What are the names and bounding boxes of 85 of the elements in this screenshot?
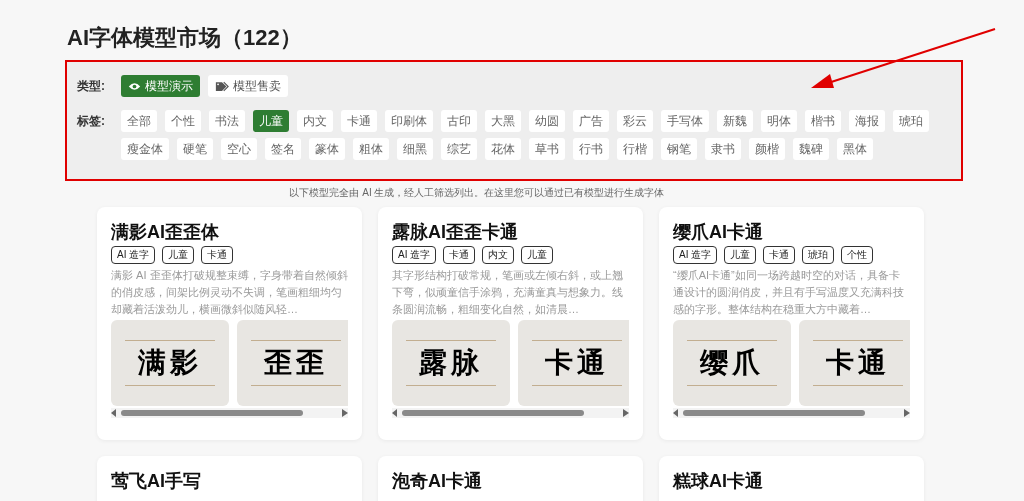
card-description: 其字形结构打破常规，笔画或左倾右斜，或上翘下弯，似顽童信手涂鸦，充满童真与想象力。线条圆润流畅，粗细变化自然，如清晨… — [392, 268, 624, 317]
card-title: 满影AI歪歪体 — [111, 221, 220, 244]
tag-chip: 琥珀 — [802, 246, 835, 264]
page-title: AI字体模型市场（122） — [66, 24, 303, 52]
card-description: 满影 AI 歪歪体打破规整束缚，字身带着自然倾斜的俏皮感，间架比例灵动不失调，笔画粗细均匀却藏着活泼劲儿，横画微斜似随风轻… — [111, 268, 348, 317]
model-card[interactable]: 缨爪AI卡通 AI 造字 儿童 卡通 琥珀 个性 “缨爪AI卡通”如同一场跨越时空的对话，具备卡通设计的圆润俏皮，并且有手写温度又充满科技感的字形。整体结构在稳重大方中藏着… 缨爪 卡通 — [659, 207, 924, 440]
tag-filter-button[interactable]: 隶书 — [705, 138, 741, 160]
tag-filter-button[interactable]: 草书 — [529, 138, 565, 160]
tag-icon — [215, 80, 229, 92]
tag-label: 标签: — [77, 113, 106, 130]
tag-chip: 卡通 — [201, 246, 234, 264]
tag-filter-button[interactable]: 琥珀 — [893, 110, 929, 132]
tag-chip: 儿童 — [724, 246, 757, 264]
tag-filter-button[interactable]: 书法 — [209, 110, 245, 132]
card-title: 泡奇AI卡通 — [392, 470, 483, 493]
card-title: 露脉AI歪歪卡通 — [392, 221, 519, 244]
tag-filter-button[interactable]: 海报 — [849, 110, 885, 132]
tag-filter-button[interactable]: 花体 — [485, 138, 521, 160]
notice-text: 以下模型完全由 AI 生成，经人工筛选列出。在这里您可以通过已有模型进行生成字体 — [288, 186, 666, 199]
tag-filter-button[interactable]: 内文 — [297, 110, 333, 132]
left-caret-icon[interactable] — [673, 409, 679, 417]
font-sample-image: 卡通 — [518, 320, 629, 406]
left-caret-icon[interactable] — [392, 409, 398, 417]
tag-filter-button[interactable]: 大黑 — [485, 110, 521, 132]
tag-chip: 儿童 — [162, 246, 195, 264]
tag-filter-button[interactable]: 儿童 — [253, 110, 289, 132]
font-sample-image: 满影 — [111, 320, 229, 406]
tag-filter-button[interactable]: 印刷体 — [385, 110, 433, 132]
tag-filter-button[interactable]: 空心 — [221, 138, 257, 160]
tag-chip: 儿童 — [521, 246, 554, 264]
font-sample-image: 缨爪 — [673, 320, 791, 406]
tag-filter-button[interactable]: 全部 — [121, 110, 157, 132]
tag-filter-button[interactable]: 硬笔 — [177, 138, 213, 160]
right-caret-icon[interactable] — [904, 409, 910, 417]
type-label: 类型: — [77, 78, 106, 95]
horizontal-scrollbar[interactable] — [392, 408, 629, 418]
tag-filter-button[interactable]: 楷书 — [805, 110, 841, 132]
card-description: “缨爪AI卡通”如同一场跨越时空的对话，具备卡通设计的圆润俏皮，并且有手写温度又充满科技感的字形。整体结构在稳重大方中藏着… — [673, 268, 905, 317]
tag-filter-button[interactable]: 卡通 — [341, 110, 377, 132]
tag-filter-button[interactable]: 黑体 — [837, 138, 873, 160]
tag-filter-button[interactable]: 细黑 — [397, 138, 433, 160]
tag-chip: 卡通 — [443, 246, 476, 264]
model-card[interactable]: 莺飞AI手写 — [97, 456, 362, 501]
tag-filter-button[interactable]: 行楷 — [617, 138, 653, 160]
model-card[interactable]: 满影AI歪歪体 AI 造字 儿童 卡通 满影 AI 歪歪体打破规整束缚，字身带着自然倾斜的俏皮感，间架比例灵动不失调，笔画粗细均匀却藏着活泼劲儿，横画微斜似随风轻… 满影 歪歪 — [97, 207, 362, 440]
right-caret-icon[interactable] — [623, 409, 629, 417]
card-title: 缨爪AI卡通 — [673, 221, 764, 244]
model-card[interactable]: 泡奇AI卡通 — [378, 456, 643, 501]
font-sample-image: 卡通 — [799, 320, 910, 406]
tag-filter-button[interactable]: 颜楷 — [749, 138, 785, 160]
left-caret-icon[interactable] — [111, 409, 117, 417]
model-card[interactable]: 糕球AI卡通 — [659, 456, 924, 501]
tag-filter-button[interactable]: 签名 — [265, 138, 301, 160]
tag-filter-button[interactable]: 行书 — [573, 138, 609, 160]
horizontal-scrollbar[interactable] — [111, 408, 348, 418]
tag-filter-button[interactable]: 瘦金体 — [121, 138, 169, 160]
eye-icon — [128, 81, 141, 91]
tag-filter-button[interactable]: 彩云 — [617, 110, 653, 132]
tag-filter-button[interactable]: 综艺 — [441, 138, 477, 160]
font-sample-image: 歪歪 — [237, 320, 348, 406]
card-title: 糕球AI卡通 — [673, 470, 764, 493]
tag-filter-button[interactable]: 明体 — [761, 110, 797, 132]
tag-chip: 个性 — [841, 246, 874, 264]
card-title: 莺飞AI手写 — [111, 470, 202, 493]
tag-filter-button[interactable]: 手写体 — [661, 110, 709, 132]
tag-filter-button[interactable]: 篆体 — [309, 138, 345, 160]
font-sample-image: 露脉 — [392, 320, 510, 406]
tag-filter-button[interactable]: 新魏 — [717, 110, 753, 132]
tag-filter-button[interactable]: 钢笔 — [661, 138, 697, 160]
tag-filter-button[interactable]: 粗体 — [353, 138, 389, 160]
tag-filter-button[interactable]: 魏碑 — [793, 138, 829, 160]
model-card[interactable]: 露脉AI歪歪卡通 AI 造字 卡通 内文 儿童 其字形结构打破常规，笔画或左倾右斜，或上翘下弯，似顽童信手涂鸦，充满童真与想象力。线条圆润流畅，粗细变化自然，如清晨… 露脉 卡通 — [378, 207, 643, 440]
type-button[interactable]: 模型演示 — [121, 75, 200, 97]
right-caret-icon[interactable] — [342, 409, 348, 417]
horizontal-scrollbar[interactable] — [673, 408, 910, 418]
tag-chip: 内文 — [482, 246, 515, 264]
tag-filter-button[interactable]: 古印 — [441, 110, 477, 132]
tag-chip: AI 造字 — [392, 246, 437, 264]
tag-chip: AI 造字 — [673, 246, 718, 264]
tag-filter-button[interactable]: 广告 — [573, 110, 609, 132]
tag-chip: 卡通 — [763, 246, 796, 264]
type-button[interactable]: 模型售卖 — [208, 75, 288, 97]
tag-chip: AI 造字 — [111, 246, 156, 264]
tag-filter-button[interactable]: 个性 — [165, 110, 201, 132]
tag-filter-button[interactable]: 幼圆 — [529, 110, 565, 132]
